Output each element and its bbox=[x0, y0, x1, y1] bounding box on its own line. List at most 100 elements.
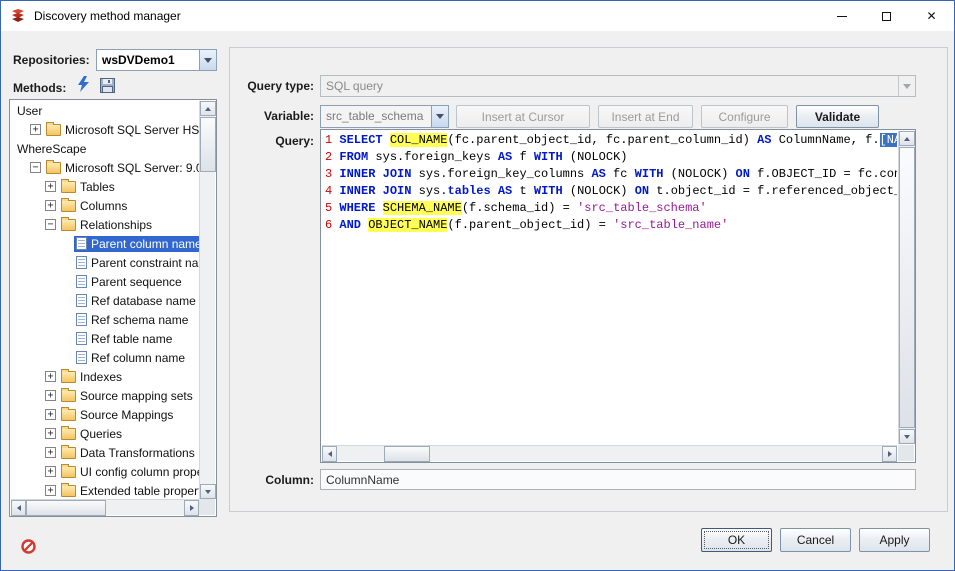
plus-expander-icon[interactable]: + bbox=[45, 447, 56, 458]
editor-horizontal-scrollbar[interactable] bbox=[322, 445, 897, 461]
tree-item-body[interactable]: Indexes bbox=[59, 369, 124, 385]
plus-expander-icon[interactable]: + bbox=[45, 409, 56, 420]
tree-item-body[interactable]: Data Transformations bbox=[59, 445, 197, 461]
tree-item-body[interactable]: UI config column properties bbox=[59, 464, 199, 480]
sql-segment-fn: SCHEMA_NAME bbox=[383, 201, 462, 215]
tree-item-body[interactable]: Ref column name bbox=[74, 350, 187, 366]
plus-expander-icon[interactable]: + bbox=[45, 390, 56, 401]
validate-button[interactable]: Validate bbox=[796, 105, 879, 128]
tree-item-body[interactable]: Parent sequence bbox=[74, 274, 184, 290]
plus-expander-icon[interactable]: + bbox=[30, 124, 41, 135]
tree-item-body[interactable]: Ref database name bbox=[74, 293, 198, 309]
tree-horizontal-scrollbar[interactable] bbox=[11, 499, 199, 515]
sql-line: 4 INNER JOIN sys.tables AS t WITH (NOLOC… bbox=[325, 183, 897, 200]
sql-editor-content[interactable]: 1 SELECT COL_NAME(fc.parent_object_id, f… bbox=[322, 131, 897, 444]
editor-hscroll-thumb[interactable] bbox=[384, 446, 430, 462]
tree-item-body[interactable]: Extended table properties bbox=[59, 483, 199, 499]
tree-item[interactable]: −Relationships bbox=[11, 215, 199, 234]
tree-item[interactable]: WhereScape bbox=[11, 139, 199, 158]
column-field[interactable] bbox=[320, 469, 916, 490]
sql-query-editor[interactable]: 1 SELECT COL_NAME(fc.parent_object_id, f… bbox=[320, 129, 916, 463]
plus-expander-icon[interactable]: + bbox=[45, 181, 56, 192]
tree-item[interactable]: Ref table name bbox=[11, 329, 199, 348]
cancel-button[interactable]: Cancel bbox=[780, 528, 851, 552]
sql-line: 1 SELECT COL_NAME(fc.parent_object_id, f… bbox=[325, 132, 897, 149]
document-icon bbox=[76, 332, 87, 345]
tree-item[interactable]: +Source Mappings bbox=[11, 405, 199, 424]
tree-vscroll-thumb[interactable] bbox=[200, 117, 216, 172]
tree-item-body[interactable]: Microsoft SQL Server: 9.0 - bbox=[44, 160, 199, 176]
repositories-dropdown-button[interactable] bbox=[199, 50, 216, 70]
tree-item-body[interactable]: Tables bbox=[59, 179, 117, 195]
tree-item-selected[interactable]: Parent column name bbox=[74, 236, 199, 252]
configure-label: Configure bbox=[718, 110, 770, 124]
tree-item[interactable]: +Columns bbox=[11, 196, 199, 215]
tree-hscroll-thumb[interactable] bbox=[26, 500, 106, 516]
tree-item[interactable]: +Data Transformations bbox=[11, 443, 199, 462]
scroll-up-icon[interactable] bbox=[200, 101, 216, 116]
plus-expander-icon[interactable]: + bbox=[45, 485, 56, 496]
insert-at-cursor-button[interactable]: Insert at Cursor bbox=[456, 105, 590, 128]
tree-item-body[interactable]: Columns bbox=[59, 198, 129, 214]
tree-item-body[interactable]: Parent constraint name bbox=[74, 255, 199, 271]
sql-segment-txt: t bbox=[512, 184, 534, 198]
save-disk-icon[interactable] bbox=[100, 78, 115, 93]
ok-button[interactable]: OK bbox=[701, 528, 772, 552]
tree-item-body[interactable]: Source Mappings bbox=[59, 407, 175, 423]
method-tree[interactable]: User+Microsoft SQL Server HS: 9.0WhereSc… bbox=[9, 99, 217, 517]
tree-item[interactable]: +Queries bbox=[11, 424, 199, 443]
tree-vertical-scrollbar[interactable] bbox=[199, 101, 215, 499]
query-type-combobox[interactable]: SQL query bbox=[320, 75, 916, 97]
scroll-right-icon[interactable] bbox=[882, 446, 897, 462]
tree-item-body[interactable]: Queries bbox=[59, 426, 124, 442]
tree-item[interactable]: Ref column name bbox=[11, 348, 199, 367]
tree-item-body[interactable]: Microsoft SQL Server HS: 9.0 bbox=[44, 122, 199, 138]
scroll-right-icon[interactable] bbox=[184, 500, 199, 516]
chevron-down-icon bbox=[204, 58, 212, 63]
editor-vertical-scrollbar[interactable] bbox=[898, 131, 914, 444]
tree-item-body[interactable]: User bbox=[15, 103, 44, 119]
query-type-dropdown-button[interactable] bbox=[898, 76, 915, 96]
sql-segment-kw: ON bbox=[736, 167, 750, 181]
minimize-button[interactable] bbox=[819, 1, 864, 31]
tree-item-body[interactable]: Ref schema name bbox=[74, 312, 190, 328]
scroll-left-icon[interactable] bbox=[322, 446, 337, 462]
plus-expander-icon[interactable]: + bbox=[45, 466, 56, 477]
insert-at-end-button[interactable]: Insert at End bbox=[598, 105, 693, 128]
tree-item[interactable]: Ref database name bbox=[11, 291, 199, 310]
tree-item-body[interactable]: WhereScape bbox=[15, 141, 88, 157]
editor-vscroll-thumb[interactable] bbox=[899, 147, 915, 428]
scroll-up-icon[interactable] bbox=[899, 131, 915, 146]
tree-item[interactable]: +Indexes bbox=[11, 367, 199, 386]
variable-dropdown-button[interactable] bbox=[431, 106, 448, 127]
tree-item[interactable]: +Microsoft SQL Server HS: 9.0 bbox=[11, 120, 199, 139]
tree-item-body[interactable]: Ref table name bbox=[74, 331, 174, 347]
scroll-down-icon[interactable] bbox=[899, 429, 915, 444]
configure-button[interactable]: Configure bbox=[701, 105, 788, 128]
tree-item[interactable]: +UI config column properties bbox=[11, 462, 199, 481]
lightning-icon[interactable] bbox=[77, 76, 90, 93]
scroll-down-icon[interactable] bbox=[200, 484, 216, 499]
minus-expander-icon[interactable]: − bbox=[45, 219, 56, 230]
tree-item[interactable]: +Tables bbox=[11, 177, 199, 196]
tree-item[interactable]: Parent sequence bbox=[11, 272, 199, 291]
tree-item[interactable]: −Microsoft SQL Server: 9.0 - bbox=[11, 158, 199, 177]
repositories-combobox[interactable]: wsDVDemo1 bbox=[96, 49, 217, 71]
apply-button[interactable]: Apply bbox=[859, 528, 930, 552]
close-button[interactable]: ✕ bbox=[909, 1, 954, 31]
maximize-button[interactable] bbox=[864, 1, 909, 31]
tree-item[interactable]: +Source mapping sets bbox=[11, 386, 199, 405]
tree-item-body[interactable]: Source mapping sets bbox=[59, 388, 195, 404]
tree-item[interactable]: Ref schema name bbox=[11, 310, 199, 329]
tree-item[interactable]: +Extended table properties bbox=[11, 481, 199, 499]
variable-combobox[interactable]: src_table_schema bbox=[320, 105, 449, 128]
plus-expander-icon[interactable]: + bbox=[45, 428, 56, 439]
tree-item[interactable]: User bbox=[11, 101, 199, 120]
tree-item[interactable]: Parent constraint name bbox=[11, 253, 199, 272]
plus-expander-icon[interactable]: + bbox=[45, 200, 56, 211]
minus-expander-icon[interactable]: − bbox=[30, 162, 41, 173]
scroll-left-icon[interactable] bbox=[11, 500, 26, 516]
tree-item-body[interactable]: Relationships bbox=[59, 217, 154, 233]
tree-item[interactable]: Parent column name bbox=[11, 234, 199, 253]
plus-expander-icon[interactable]: + bbox=[45, 371, 56, 382]
